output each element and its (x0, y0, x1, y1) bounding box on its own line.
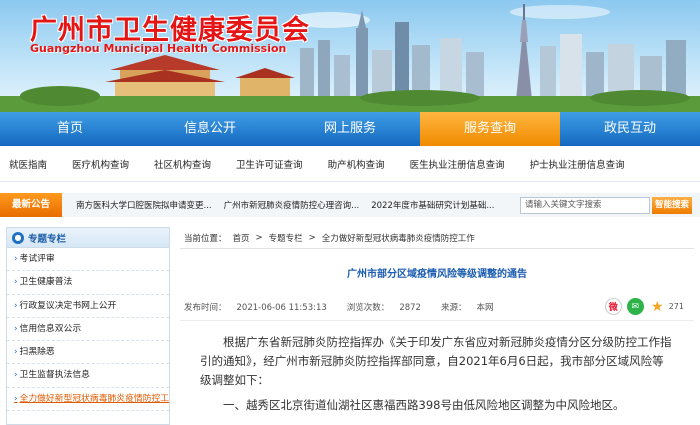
subnav-midwifery-institution-query[interactable]: 助产机构查询 (328, 157, 385, 171)
view-count: 浏览次数： 2872 (346, 302, 421, 313)
sidebar-item-exam-review[interactable]: 考试评审 (7, 248, 169, 272)
breadcrumb-separator: > (308, 232, 316, 243)
sidebar-item-covid-prevention[interactable]: 全力做好新型冠状病毒肺炎疫情防控工作 (7, 388, 169, 412)
subnav-community-institution-query[interactable]: 社区机构查询 (154, 157, 211, 171)
notice-bar: 最新公告 南方医科大学口腔医院拟申请变更... 广州市新冠肺炎疫情防控心理咨询.… (0, 193, 700, 217)
breadcrumb-topics[interactable]: 专题专栏 (269, 232, 303, 244)
sidebar-header: ● 专题专栏 (7, 228, 169, 248)
nav-item-info-disclosure[interactable]: 信息公开 (140, 112, 280, 146)
share-count: 271 (668, 302, 684, 311)
publish-time: 发布时间： 2021-06-06 11:53:13 (184, 302, 327, 313)
smart-search-button[interactable]: 智能搜索 (652, 196, 692, 214)
breadcrumb: 当前位置： 首页 > 专题专栏 > 全力做好新型冠状病毒肺炎疫情防控工作 (180, 227, 694, 249)
notice-list: 南方医科大学口腔医院拟申请变更... 广州市新冠肺炎疫情防控心理咨询... 20… (62, 199, 520, 211)
sidebar-item-health-supervision[interactable]: 卫生监督执法信息 (7, 364, 169, 388)
site-subtitle: Guangzhou Municipal Health Commission (30, 42, 287, 55)
article-paragraph: 根据广东省新冠肺炎防控指挥办《关于印发广东省应对新冠肺炎疫情分区分级防控工作指引… (200, 335, 672, 387)
site-banner: 广州市卫生健康委员会 Guangzhou Municipal Health Co… (0, 0, 700, 112)
breadcrumb-home[interactable]: 首页 (233, 232, 250, 244)
nav-item-online-service[interactable]: 网上服务 (280, 112, 420, 146)
notice-item[interactable]: 南方医科大学口腔医院拟申请变更... (76, 199, 212, 211)
notice-item[interactable]: 2022年度市基础研究计划基础... (371, 199, 494, 211)
weibo-share-icon[interactable]: 微 (604, 298, 622, 315)
notice-item[interactable]: 广州市新冠肺炎疫情防控心理咨询... (224, 199, 360, 211)
sub-nav: 就医指南 医疗机构查询 社区机构查询 卫生许可证查询 助产机构查询 医生执业注册… (0, 146, 700, 182)
subnav-doctor-registration-query[interactable]: 医生执业注册信息查询 (410, 157, 505, 171)
sidebar-item-admin-review[interactable]: 行政复议决定书网上公开 (7, 295, 169, 318)
sidebar-item-health-law[interactable]: 卫生健康普法 (7, 271, 169, 295)
breadcrumb-prefix: 当前位置： (184, 233, 227, 244)
page: 广州市卫生健康委员会 Guangzhou Municipal Health Co… (0, 0, 700, 425)
site-search: 请输入关键文字搜索 智能搜索 (520, 196, 692, 214)
special-topics-sidebar: ● 专题专栏 考试评审 卫生健康普法 行政复议决定书网上公开 信用信息双公示 扫… (6, 227, 170, 425)
breadcrumb-current[interactable]: 全力做好新型冠状病毒肺炎疫情防控工作 (322, 232, 475, 244)
sidebar-title: 专题专栏 (28, 233, 67, 245)
article-source: 来源： 本网 (440, 302, 494, 313)
article-meta: 发布时间： 2021-06-06 11:53:13 浏览次数： 2872 来源： 本网… (180, 293, 694, 321)
article-title: 广州市部分区域疫情风险等级调整的通告 (347, 269, 527, 280)
subnav-nurse-registration-query[interactable]: 护士执业注册信息查询 (530, 157, 625, 171)
search-input[interactable]: 请输入关键文字搜索 (520, 196, 650, 214)
topic-icon: ● (12, 231, 24, 244)
sidebar-item-credit-info[interactable]: 信用信息双公示 (7, 318, 169, 342)
main-nav: 首页 信息公开 网上服务 服务查询 政民互动 (0, 112, 700, 146)
notice-label: 最新公告 (0, 193, 62, 217)
article-panel: 当前位置： 首页 > 专题专栏 > 全力做好新型冠状病毒肺炎疫情防控工作 广州市… (180, 227, 694, 425)
sidebar-item-anti-crime[interactable]: 扫黑除恶 (7, 341, 169, 365)
article-body: 根据广东省新冠肺炎防控指挥办《关于印发广东省应对新冠肺炎疫情分区分级防控工作指引… (180, 333, 694, 415)
subnav-health-license-query[interactable]: 卫生许可证查询 (236, 157, 303, 171)
article-paragraph: 一、越秀区北京街道仙湖社区惠福西路398号由低风险地区调整为中风险地区。 (223, 398, 625, 412)
subnav-medical-guide[interactable]: 就医指南 (9, 157, 47, 171)
share-buttons: 微 ✉ ★ 271 (600, 298, 694, 315)
subnav-medical-institution-query[interactable]: 医疗机构查询 (72, 157, 129, 171)
qzone-share-icon[interactable]: ★ (648, 298, 666, 315)
nav-item-home[interactable]: 首页 (0, 112, 140, 146)
wechat-share-icon[interactable]: ✉ (626, 298, 644, 315)
breadcrumb-separator: > (255, 232, 263, 243)
nav-item-service-query[interactable]: 服务查询 (420, 112, 560, 146)
nav-item-public-interaction[interactable]: 政民互动 (560, 112, 700, 146)
